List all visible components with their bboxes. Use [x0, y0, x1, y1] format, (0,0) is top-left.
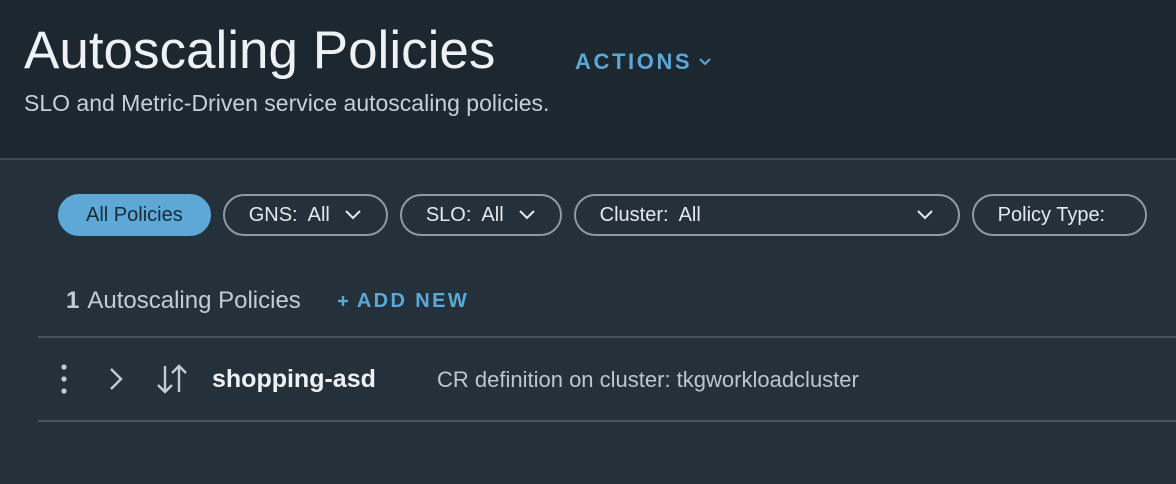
- policy-name[interactable]: shopping-asd: [212, 362, 376, 396]
- chevron-down-icon: [699, 58, 711, 66]
- table-row: shopping-asd CR definition on cluster: t…: [38, 340, 1176, 420]
- filter-cluster-value: All: [678, 203, 701, 226]
- list-top-divider: [38, 336, 1176, 338]
- add-new-label: ADD NEW: [356, 289, 470, 312]
- filter-cluster-label: Cluster:: [599, 203, 669, 226]
- filter-gns-value: All: [307, 203, 330, 226]
- filter-all-policies[interactable]: All Policies: [58, 194, 211, 236]
- filter-policy-type-dropdown[interactable]: Policy Type:: [971, 194, 1148, 236]
- filter-slo-label: SLO:: [425, 203, 472, 226]
- filter-policy-type-label: Policy Type:: [997, 203, 1106, 226]
- actions-dropdown-button[interactable]: ACTIONS: [575, 46, 712, 78]
- add-new-button[interactable]: ADD NEW: [337, 290, 469, 313]
- chevron-down-icon: [518, 209, 536, 221]
- chevron-down-icon: [344, 209, 362, 221]
- page-title: Autoscaling Policies: [24, 21, 496, 80]
- page-header: Autoscaling Policies ACTIONS SLO and Met…: [0, 0, 1176, 160]
- sort-arrows-icon: [156, 362, 188, 401]
- chevron-down-icon: [916, 209, 934, 221]
- plus-icon: [337, 296, 348, 306]
- filter-gns-label: GNS:: [248, 203, 298, 226]
- list-header: 1 Autoscaling Policies ADD NEW: [66, 284, 469, 318]
- kebab-menu-icon[interactable]: [60, 362, 68, 401]
- filter-bar: All Policies GNS: All SLO: All Cluster: …: [58, 194, 1148, 236]
- policy-description: CR definition on cluster: tkgworkloadclu…: [437, 367, 859, 392]
- list-bottom-divider: [38, 420, 1176, 422]
- policy-count: 1: [66, 287, 80, 314]
- filter-gns-dropdown[interactable]: GNS: All: [222, 194, 388, 236]
- policy-count-label: Autoscaling Policies: [87, 287, 301, 314]
- filter-all-label: All Policies: [86, 203, 183, 226]
- filter-slo-value: All: [481, 203, 504, 226]
- filter-cluster-dropdown[interactable]: Cluster: All: [573, 194, 960, 236]
- actions-label: ACTIONS: [575, 49, 693, 74]
- chevron-right-icon[interactable]: [108, 366, 124, 397]
- filter-slo-dropdown[interactable]: SLO: All: [399, 194, 562, 236]
- page-subtitle: SLO and Metric-Driven service autoscalin…: [24, 90, 550, 116]
